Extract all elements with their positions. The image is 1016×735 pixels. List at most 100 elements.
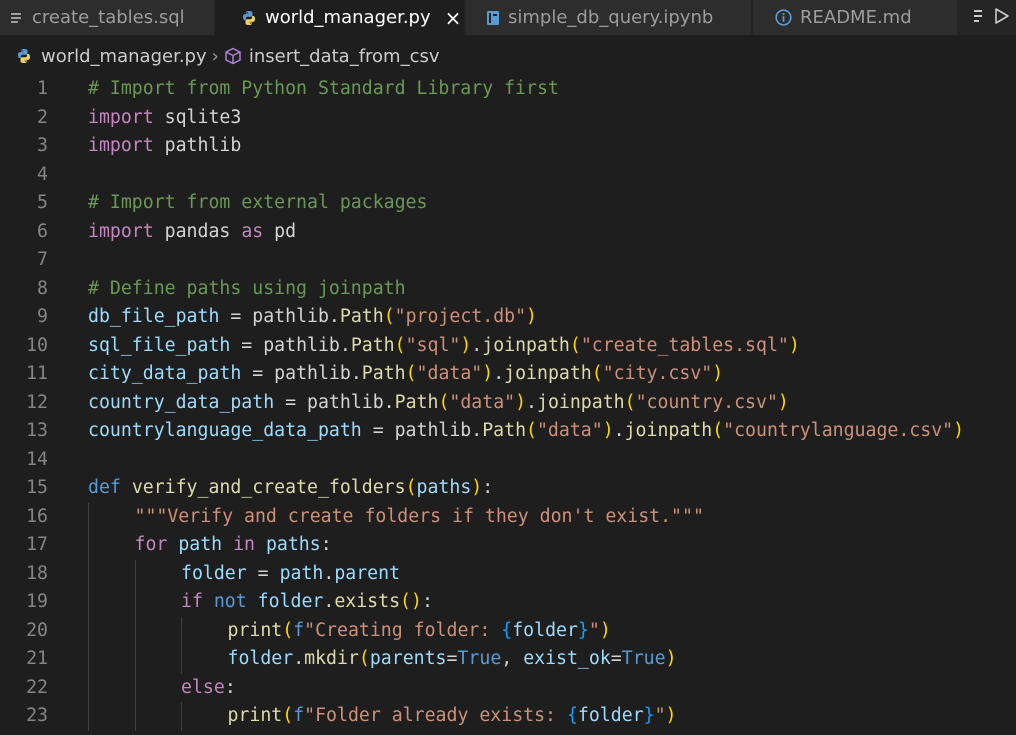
line-number: 12 [26, 391, 48, 413]
code-text: countrylanguage_data_path = pathlib.Path… [88, 417, 964, 446]
code-line[interactable]: 8 # Define paths using joinpath [0, 275, 1016, 304]
code-token: . [383, 391, 395, 413]
code-text: city_data_path = pathlib.Path("data").jo… [88, 360, 723, 389]
code-line[interactable]: 1 # Import from Python Standard Library f… [0, 75, 1016, 104]
code-line[interactable]: 23 print(f"Folder already exists: {folder… [0, 702, 1016, 731]
code-token: Path [350, 334, 395, 356]
code-token: "city.csv" [602, 363, 713, 384]
code-line[interactable]: 13 countrylanguage_data_path = pathlib.Pa… [0, 417, 1016, 446]
overflow-menu-icon[interactable] [974, 8, 982, 27]
code-token: ) [665, 705, 677, 726]
chevron-right-icon: › [211, 45, 219, 67]
code-token: ( [282, 705, 294, 726]
code-token: ) [515, 391, 527, 413]
code-token: country_data_path [88, 391, 275, 413]
code-text: # Import from Python Standard Library fi… [88, 75, 559, 104]
code-line[interactable]: 20 print(f"Creating folder: {folder}") [0, 616, 1016, 645]
line-number: 10 [26, 334, 48, 356]
code-line[interactable]: 17 for path in paths: [0, 531, 1016, 560]
indent-guide [88, 702, 89, 731]
code-token: ( [526, 420, 537, 441]
method-cube-icon [224, 47, 242, 65]
indent-guide [134, 559, 136, 588]
line-number: 3 [37, 135, 48, 156]
breadcrumb-symbol[interactable]: insert_data_from_csv [224, 46, 440, 67]
code-token: : [320, 534, 332, 555]
code-token: as [241, 220, 264, 242]
editor-tab-bar: create_tables.sql world_manager.py × sim… [0, 0, 1016, 35]
run-icon[interactable] [994, 7, 1010, 29]
indent-guide [88, 673, 89, 702]
code-line[interactable]: 15 def verify_and_create_folders(paths): [0, 474, 1016, 503]
code-token: } [643, 705, 655, 726]
code-line[interactable]: 16 """Verify and create folders if they d… [0, 502, 1016, 532]
code-line[interactable]: 9 db_file_path = pathlib.Path("project.db… [0, 303, 1016, 332]
code-token: ( [438, 391, 450, 413]
code-token: ) [788, 334, 800, 356]
code-line[interactable]: 4 [0, 161, 1016, 190]
code-line[interactable]: 14 [0, 446, 1016, 475]
tab-create-tables-sql[interactable]: create_tables.sql [0, 0, 215, 35]
code-token: exist_ok [523, 648, 611, 669]
code-editor[interactable]: 1 # Import from Python Standard Library f… [0, 75, 1016, 735]
code-token: # Import from external packages [88, 192, 428, 213]
code-token: sql_file_path [88, 334, 231, 356]
code-token: joinpath [624, 420, 713, 441]
code-token: True [621, 648, 666, 669]
code-token: def [88, 477, 121, 498]
code-line[interactable]: 2 import sqlite3 [0, 104, 1016, 133]
line-number: 1 [37, 78, 48, 99]
indent-guide [134, 588, 136, 617]
code-token: ( [358, 648, 370, 669]
code-line[interactable]: 12 country_data_path = pathlib.Path("data… [0, 389, 1016, 418]
code-token: " [654, 705, 666, 726]
indent-guide [88, 616, 89, 645]
line-number: 11 [26, 363, 48, 384]
code-line[interactable]: 11 city_data_path = pathlib.Path("data").… [0, 360, 1016, 389]
code-token: . [293, 648, 305, 669]
tab-simple-db-query-ipynb[interactable]: simple_db_query.ipynb [466, 0, 752, 35]
breadcrumb-file[interactable]: world_manager.py [16, 46, 207, 67]
code-token: joinpath [537, 391, 625, 413]
indent-guide [181, 616, 182, 645]
line-number: 17 [26, 534, 48, 555]
code-text: folder.mkdir(parents=True, exist_ok=True… [228, 645, 677, 674]
code-token: " [588, 619, 600, 641]
code-line[interactable]: 21 folder.mkdir(parents=True, exist_ok=Tr… [0, 645, 1016, 674]
code-text: country_data_path = pathlib.Path("data")… [88, 389, 789, 418]
code-line[interactable]: 3 import pathlib [0, 132, 1016, 161]
code-token: = [230, 334, 264, 356]
indent-guide [134, 702, 136, 731]
code-line[interactable]: 7 [0, 246, 1016, 275]
tab-world-manager-py[interactable]: world_manager.py × [215, 0, 465, 35]
code-token: ) [526, 306, 537, 327]
line-number: 4 [37, 163, 48, 185]
info-icon [775, 9, 792, 26]
code-token: ) [602, 420, 614, 441]
code-token: not [213, 591, 247, 612]
code-line[interactable]: 5 # Import from external packages [0, 189, 1016, 218]
code-token: print [227, 619, 283, 641]
code-line[interactable]: 10 sql_file_path = pathlib.Path("sql").jo… [0, 332, 1016, 361]
code-text: """Verify and create folders if they don… [135, 503, 704, 532]
code-token: folder [512, 619, 578, 641]
close-icon[interactable]: × [445, 6, 462, 30]
code-line[interactable]: 19 if not folder.exists(): [0, 588, 1016, 617]
code-token: import [88, 106, 154, 128]
code-token: db_file_path [88, 306, 220, 327]
code-text: folder = path.parent [181, 560, 400, 589]
tab-readme-md[interactable]: README.md [753, 0, 958, 35]
code-token: . [339, 334, 351, 356]
code-line[interactable]: 6 import pandas as pd [0, 218, 1016, 247]
indent-guide [88, 531, 89, 560]
code-token: # Define paths using joinpath [88, 277, 406, 299]
code-token: "data" [449, 391, 516, 413]
indent-guide [88, 559, 89, 588]
line-number: 6 [37, 220, 48, 242]
code-line[interactable]: 18 folder = path.parent [0, 559, 1016, 589]
code-line[interactable]: 22 else: [0, 673, 1016, 702]
code-token: verify_and_create_folders [131, 477, 406, 498]
code-token: ( [712, 420, 724, 441]
